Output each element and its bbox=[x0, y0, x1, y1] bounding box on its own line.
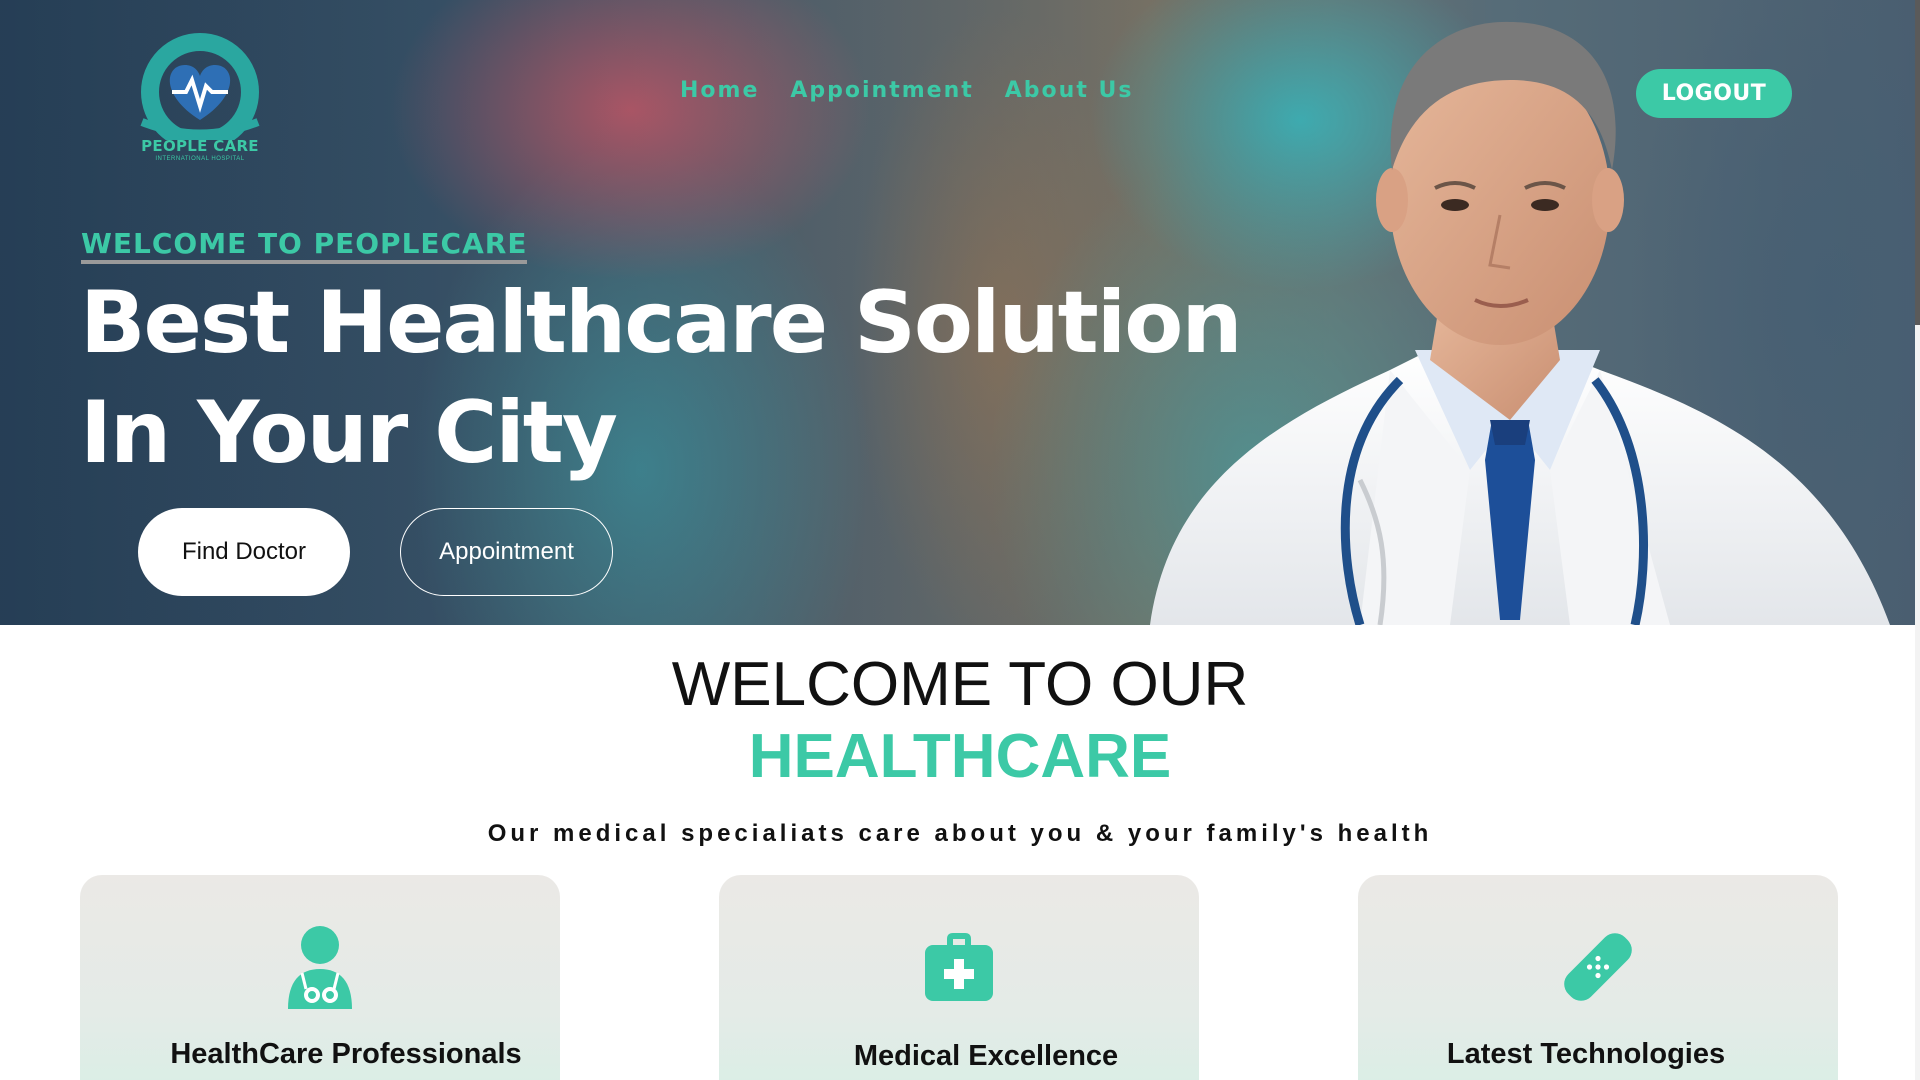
feature-label: Latest Technologies bbox=[1446, 1038, 1726, 1070]
hero-headline-line-2: In Your City bbox=[80, 383, 618, 483]
feature-card-excellence[interactable]: Medical Excellence bbox=[719, 875, 1199, 1080]
medical-kit-icon bbox=[925, 933, 993, 1001]
scrollbar-thumb[interactable] bbox=[1915, 0, 1920, 325]
find-doctor-button[interactable]: Find Doctor bbox=[138, 508, 350, 596]
bandage-icon bbox=[1564, 933, 1632, 1001]
section-subtitle: Our medical specialiats care about you &… bbox=[487, 820, 1433, 847]
feature-label: Medical Excellence bbox=[853, 1040, 1119, 1072]
feature-card-technologies[interactable]: Latest Technologies bbox=[1358, 875, 1838, 1080]
hero-headline: Best Healthcare Solution In Your City bbox=[80, 268, 1243, 488]
hero-headline-line-1: Best Healthcare Solution bbox=[80, 273, 1243, 373]
feature-label: HealthCare Professionals bbox=[170, 1038, 522, 1070]
heart-pulse-icon bbox=[140, 33, 260, 151]
feature-card-professionals[interactable]: HealthCare Professionals bbox=[80, 875, 560, 1080]
nav-about-us[interactable]: About Us bbox=[1005, 78, 1134, 103]
logo-name: PEOPLE CARE bbox=[141, 137, 259, 155]
logo-subtitle: INTERNATIONAL HOSPITAL bbox=[155, 156, 245, 162]
section-title-line-1: WELCOME TO OUR bbox=[671, 650, 1249, 719]
doctor-icon bbox=[288, 926, 352, 1009]
logout-button[interactable]: LOGOUT bbox=[1636, 69, 1792, 118]
nav-home[interactable]: Home bbox=[680, 78, 759, 103]
main-nav: Home Appointment About Us bbox=[680, 78, 1133, 103]
section-title-line-2: HEALTHCARE bbox=[748, 722, 1172, 791]
doctor-image bbox=[1150, 21, 1890, 625]
hospital-logo[interactable]: PEOPLE CARE INTERNATIONAL HOSPITAL bbox=[120, 20, 280, 170]
hero-kicker: WELCOME TO PEOPLECARE bbox=[81, 228, 528, 264]
appointment-button[interactable]: Appointment bbox=[400, 508, 613, 596]
nav-appointment[interactable]: Appointment bbox=[790, 78, 973, 103]
